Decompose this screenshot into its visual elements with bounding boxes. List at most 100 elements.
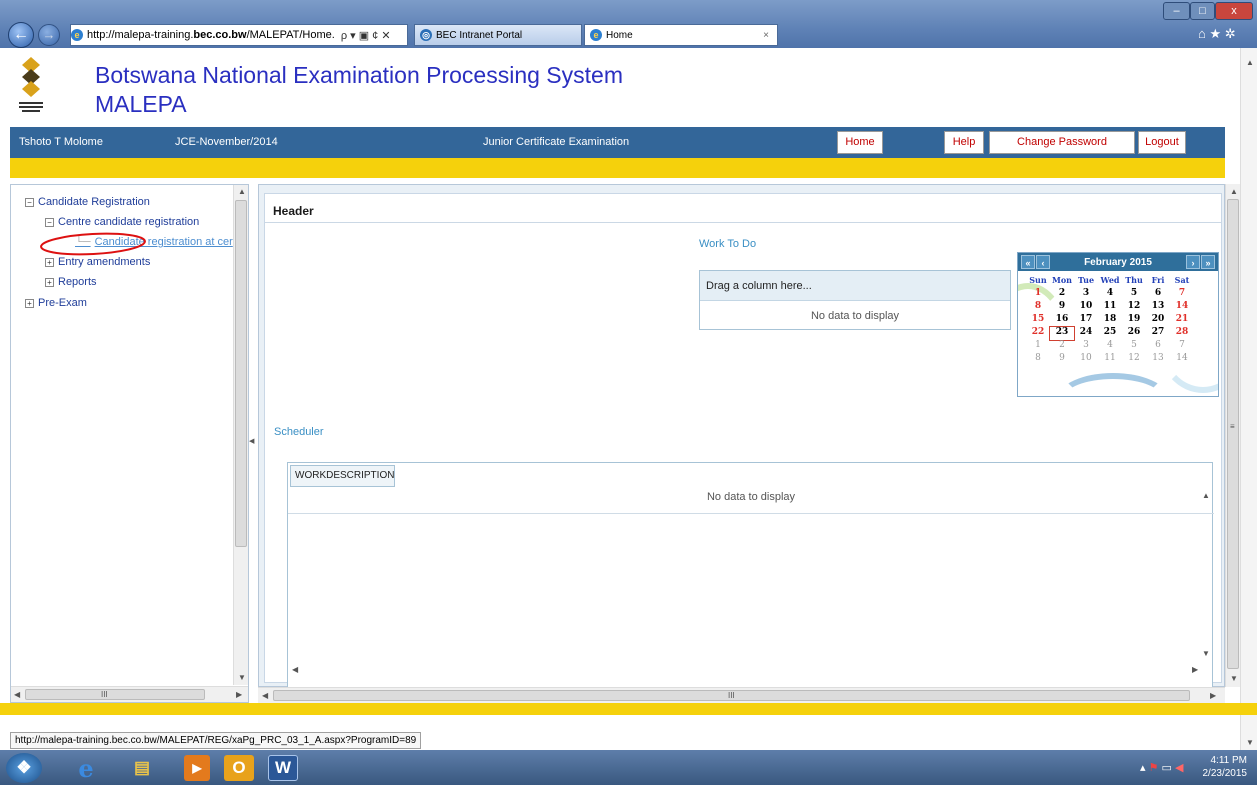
work-to-do-label: Work To Do — [699, 238, 757, 250]
tree-item-centre-candidate-registration[interactable]: − Centre candidate registration — [45, 216, 199, 228]
calendar-day[interactable]: 20 — [1146, 314, 1170, 327]
calendar-day[interactable]: 28 — [1170, 327, 1194, 340]
content-horizontal-scrollbar[interactable]: ◀ III ▶ — [258, 687, 1225, 703]
clock-time: 4:11 PM — [1210, 755, 1248, 766]
tree-item-candidate-registration[interactable]: − Candidate Registration — [25, 196, 150, 208]
file-explorer-icon[interactable]: ▤ — [120, 753, 164, 783]
internet-explorer-icon[interactable]: e — [64, 753, 108, 783]
outlook-icon[interactable]: O — [224, 755, 254, 781]
day-of-week-label: Fri — [1151, 275, 1165, 285]
scroll-up-icon[interactable]: ▲ — [1202, 491, 1210, 500]
calendar-day[interactable]: 11 — [1098, 301, 1122, 314]
calendar-day[interactable]: 22 — [1026, 327, 1050, 340]
scroll-thumb[interactable] — [1227, 199, 1239, 669]
calendar-day[interactable]: 17 — [1074, 314, 1098, 327]
calendar-day[interactable]: 3 — [1074, 340, 1098, 353]
back-button[interactable]: ← — [8, 22, 34, 48]
calendar-day[interactable]: 14 — [1170, 353, 1194, 366]
media-player-icon[interactable]: ▶ — [184, 755, 210, 781]
calendar-day[interactable]: 8 — [1026, 353, 1050, 366]
calendar-day[interactable]: 8 — [1026, 301, 1050, 314]
calendar-day[interactable]: 13 — [1146, 301, 1170, 314]
expand-icon[interactable]: + — [25, 298, 34, 308]
tree-vertical-scrollbar[interactable]: ▲ ▼ — [233, 185, 248, 685]
calendar-day[interactable]: 14 — [1170, 301, 1194, 314]
scroll-down-icon[interactable]: ▼ — [1202, 649, 1210, 658]
calendar-day[interactable]: 6 — [1146, 288, 1170, 301]
calendar-day[interactable]: 10 — [1074, 301, 1098, 314]
prev-month-button[interactable]: ‹ — [1036, 255, 1050, 269]
calendar-day[interactable]: 6 — [1146, 340, 1170, 353]
next-year-button[interactable]: » — [1201, 255, 1215, 269]
calendar-day[interactable]: 12 — [1122, 353, 1146, 366]
tab-home[interactable]: e Home × — [584, 24, 778, 46]
calendar-day[interactable]: 13 — [1146, 353, 1170, 366]
scroll-thumb[interactable] — [235, 200, 247, 547]
calendar-day[interactable]: 2 — [1050, 340, 1074, 353]
expand-icon[interactable]: + — [45, 277, 54, 287]
group-by-panel[interactable]: Drag a column here... — [700, 271, 1010, 301]
scroll-left-icon[interactable]: ◀ — [292, 665, 298, 674]
calendar-day[interactable]: 11 — [1098, 353, 1122, 366]
close-window-button[interactable]: x — [1215, 2, 1253, 20]
tree-item-reports[interactable]: + Reports — [45, 276, 97, 288]
tab-bec-intranet[interactable]: ◎ BEC Intranet Portal — [414, 24, 582, 46]
calendar-day[interactable]: 15 — [1026, 314, 1050, 327]
tree-horizontal-scrollbar[interactable]: ◀ III ▶ — [11, 686, 248, 702]
calendar-day[interactable]: 3 — [1074, 288, 1098, 301]
browser-vertical-scrollbar[interactable]: ▲ ▼ — [1240, 48, 1257, 750]
tree-item-pre-exam[interactable]: + Pre-Exam — [25, 297, 87, 309]
tree-item-entry-amendments[interactable]: + Entry amendments — [45, 256, 150, 268]
expand-icon[interactable]: + — [45, 257, 54, 267]
calendar-day[interactable]: 23 — [1049, 326, 1075, 341]
calendar-day[interactable]: 10 — [1074, 353, 1098, 366]
collapse-icon[interactable]: − — [25, 197, 34, 207]
calendar-day[interactable]: 2 — [1050, 288, 1074, 301]
url-prefix: http://malepa-training. — [87, 29, 194, 41]
calendar-day[interactable]: 27 — [1146, 327, 1170, 340]
calendar-day[interactable]: 24 — [1074, 327, 1098, 340]
calendar-day[interactable]: 19 — [1122, 314, 1146, 327]
calendar-day[interactable]: 18 — [1098, 314, 1122, 327]
address-bar-icons[interactable]: ρ ▾ ▣ ¢ ✕ — [341, 29, 391, 42]
prev-year-button[interactable]: « — [1021, 255, 1035, 269]
maximize-button[interactable]: □ — [1190, 2, 1215, 20]
tray-icons[interactable]: ▴ ⚑ ▭ ◀ — [1140, 761, 1183, 774]
calendar-day[interactable]: 7 — [1170, 340, 1194, 353]
splitter-handle-icon[interactable]: ◀ — [249, 437, 254, 445]
calendar-day[interactable]: 9 — [1050, 301, 1074, 314]
home-button[interactable]: Home — [837, 131, 883, 154]
calendar-day[interactable]: 7 — [1170, 288, 1194, 301]
calendar-day[interactable]: 21 — [1170, 314, 1194, 327]
calendar-day[interactable]: 5 — [1122, 340, 1146, 353]
calendar-day[interactable]: 25 — [1098, 327, 1122, 340]
calendar-day[interactable]: 26 — [1122, 327, 1146, 340]
content-vertical-scrollbar[interactable]: ▲ ≡ ▼ — [1225, 184, 1240, 687]
calendar: « ‹ February 2015 › » Sun Mon Tue Wed Thu Fri… — [1017, 252, 1219, 397]
home-star-gear-icons[interactable]: ⌂ ★ ✲ — [1198, 26, 1236, 42]
calendar-day[interactable]: 4 — [1098, 340, 1122, 353]
change-password-button[interactable]: Change Password — [989, 131, 1135, 154]
calendar-day[interactable]: 1 — [1026, 340, 1050, 353]
start-button[interactable]: ❖ — [6, 753, 42, 783]
help-button[interactable]: Help — [944, 131, 984, 154]
calendar-day[interactable]: 16 — [1050, 314, 1074, 327]
address-bar[interactable]: e http://malepa-training. bec.co.bw/MALEP… — [70, 24, 408, 46]
minimize-button[interactable]: – — [1163, 2, 1190, 20]
scroll-thumb[interactable] — [25, 689, 205, 700]
calendar-day[interactable]: 4 — [1098, 288, 1122, 301]
column-header-workdescription[interactable]: WORKDESCRIPTION — [290, 465, 395, 487]
collapse-icon[interactable]: − — [45, 217, 54, 227]
day-of-week-label: Thu — [1125, 275, 1143, 285]
tab-close-icon[interactable]: × — [763, 30, 769, 41]
forward-button[interactable]: → — [38, 24, 60, 46]
calendar-day[interactable]: 5 — [1122, 288, 1146, 301]
next-month-button[interactable]: › — [1186, 255, 1200, 269]
calendar-day[interactable]: 12 — [1122, 301, 1146, 314]
scroll-right-icon[interactable]: ▶ — [1192, 665, 1198, 674]
logout-button[interactable]: Logout — [1138, 131, 1186, 154]
calendar-day[interactable]: 1 — [1026, 288, 1050, 301]
calendar-day[interactable]: 9 — [1050, 353, 1074, 366]
word-icon[interactable]: W — [268, 755, 298, 781]
system-clock[interactable]: 4:11 PM 2/23/2015 — [1203, 754, 1248, 780]
